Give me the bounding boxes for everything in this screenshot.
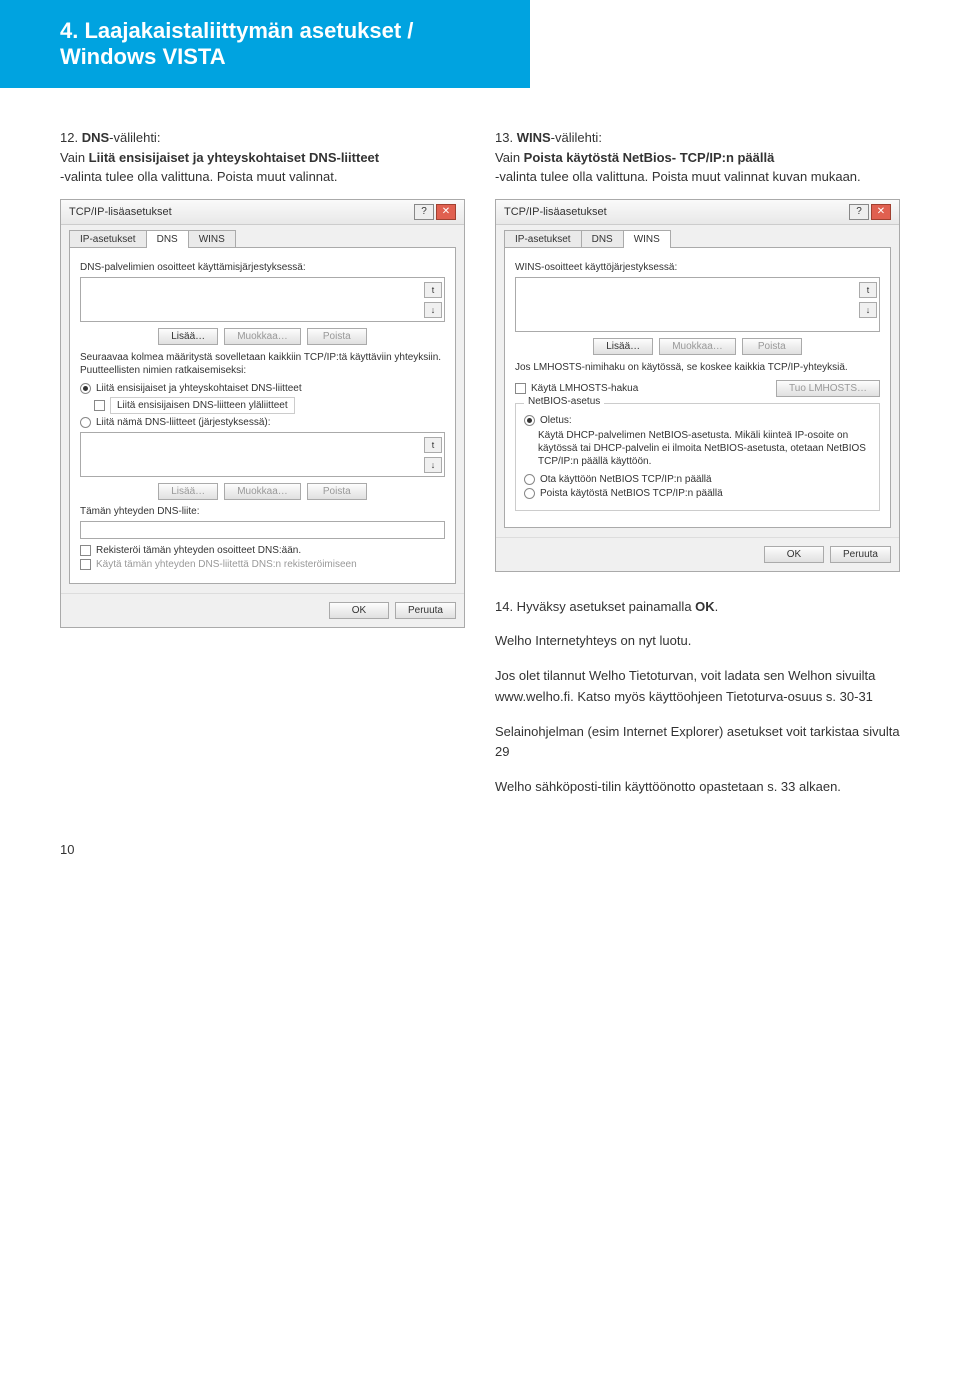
tab-dns[interactable]: DNS: [581, 230, 624, 248]
move-up-icon[interactable]: t: [424, 437, 442, 453]
dns-suffix-listbox[interactable]: t ↓: [80, 432, 445, 477]
wins-dialog: TCP/IP-lisäasetukset ? ✕ IP-asetukset DN…: [495, 199, 900, 572]
dns-dialog: TCP/IP-lisäasetukset ? ✕ IP-asetukset DN…: [60, 199, 465, 628]
dialog-title: TCP/IP-lisäasetukset: [504, 206, 849, 218]
step-12-text: 12. DNS-välilehti: Vain Liitä ensisijais…: [60, 128, 465, 187]
default-desc: Käytä DHCP-palvelimen NetBIOS-asetusta. …: [538, 429, 871, 468]
tab-wins[interactable]: WINS: [188, 230, 236, 248]
move-down-icon[interactable]: ↓: [859, 302, 877, 318]
move-up-icon[interactable]: t: [859, 282, 877, 298]
move-down-icon[interactable]: ↓: [424, 302, 442, 318]
radio-default[interactable]: [524, 415, 535, 426]
step-num: 12.: [60, 130, 82, 145]
dns-suffix-label: Tämän yhteyden DNS-liite:: [80, 506, 445, 517]
cancel-button[interactable]: Peruuta: [395, 602, 456, 619]
import-lmhosts-button[interactable]: Tuo LMHOSTS…: [776, 380, 880, 397]
close-icon[interactable]: ✕: [436, 204, 456, 220]
cancel-button[interactable]: Peruuta: [830, 546, 891, 563]
tab-dns[interactable]: DNS: [146, 230, 189, 248]
lmhosts-para: Jos LMHOSTS-nimihaku on käytössä, se kos…: [515, 361, 880, 374]
tab-wins[interactable]: WINS: [623, 230, 671, 248]
remove-button[interactable]: Poista: [307, 328, 367, 345]
right-column: 13. WINS-välilehti: Vain Poista käytöstä…: [495, 128, 900, 812]
check-use-suffix-dns[interactable]: [80, 559, 91, 570]
left-column: 12. DNS-välilehti: Vain Liitä ensisijais…: [60, 128, 465, 812]
page-number: 10: [0, 812, 960, 857]
add-button[interactable]: Lisää…: [158, 328, 218, 345]
check-register-dns[interactable]: [80, 545, 91, 556]
edit-button[interactable]: Muokkaa…: [224, 483, 301, 500]
radio-enable-netbios[interactable]: [524, 474, 535, 485]
add-button[interactable]: Lisää…: [593, 338, 653, 355]
step-13-text: 13. WINS-välilehti: Vain Poista käytöstä…: [495, 128, 900, 187]
page-heading: 4. Laajakaistaliittymän asetukset / Wind…: [0, 0, 530, 88]
wins-listbox[interactable]: t ↓: [515, 277, 880, 332]
radio-disable-netbios[interactable]: [524, 488, 535, 499]
ok-button[interactable]: OK: [329, 602, 389, 619]
remove-button[interactable]: Poista: [742, 338, 802, 355]
move-down-icon[interactable]: ↓: [424, 457, 442, 473]
wins-label: WINS: [517, 130, 551, 145]
dns-label: DNS: [82, 130, 109, 145]
netbios-group: NetBIOS-asetus Oletus: Käytä DHCP-palvel…: [515, 403, 880, 511]
follow-up-text: 14. Hyväksy asetukset painamalla OK. Wel…: [495, 597, 900, 799]
dns-servers-label: DNS-palvelimien osoitteet käyttämisjärje…: [80, 262, 445, 273]
tab-ip-asetukset[interactable]: IP-asetukset: [69, 230, 147, 248]
edit-button[interactable]: Muokkaa…: [659, 338, 736, 355]
dns-suffix-input[interactable]: [80, 521, 445, 539]
tab-ip-asetukset[interactable]: IP-asetukset: [504, 230, 582, 248]
radio-primary-dns[interactable]: [80, 383, 91, 394]
close-icon[interactable]: ✕: [871, 204, 891, 220]
check-lmhosts[interactable]: [515, 383, 526, 394]
edit-button[interactable]: Muokkaa…: [224, 328, 301, 345]
help-icon[interactable]: ?: [414, 204, 434, 220]
radio-append-these[interactable]: [80, 417, 91, 428]
help-icon[interactable]: ?: [849, 204, 869, 220]
remove-button[interactable]: Poista: [307, 483, 367, 500]
dialog-title: TCP/IP-lisäasetukset: [69, 206, 414, 218]
move-up-icon[interactable]: t: [424, 282, 442, 298]
dns-servers-listbox[interactable]: t ↓: [80, 277, 445, 322]
wins-addresses-label: WINS-osoitteet käyttöjärjestyksessä:: [515, 262, 880, 273]
ok-button[interactable]: OK: [764, 546, 824, 563]
add-button[interactable]: Lisää…: [158, 483, 218, 500]
check-parent-suffixes[interactable]: [94, 400, 105, 411]
dns-para: Seuraavaa kolmea määritystä sovelletaan …: [80, 351, 445, 377]
